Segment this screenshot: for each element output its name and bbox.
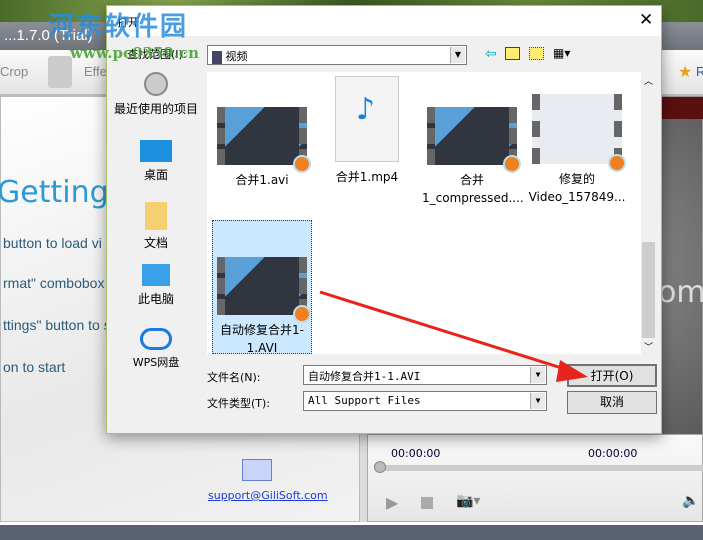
annotation-arrow xyxy=(319,290,588,382)
arrow-shaft xyxy=(319,290,569,372)
arrow-head xyxy=(556,360,588,382)
